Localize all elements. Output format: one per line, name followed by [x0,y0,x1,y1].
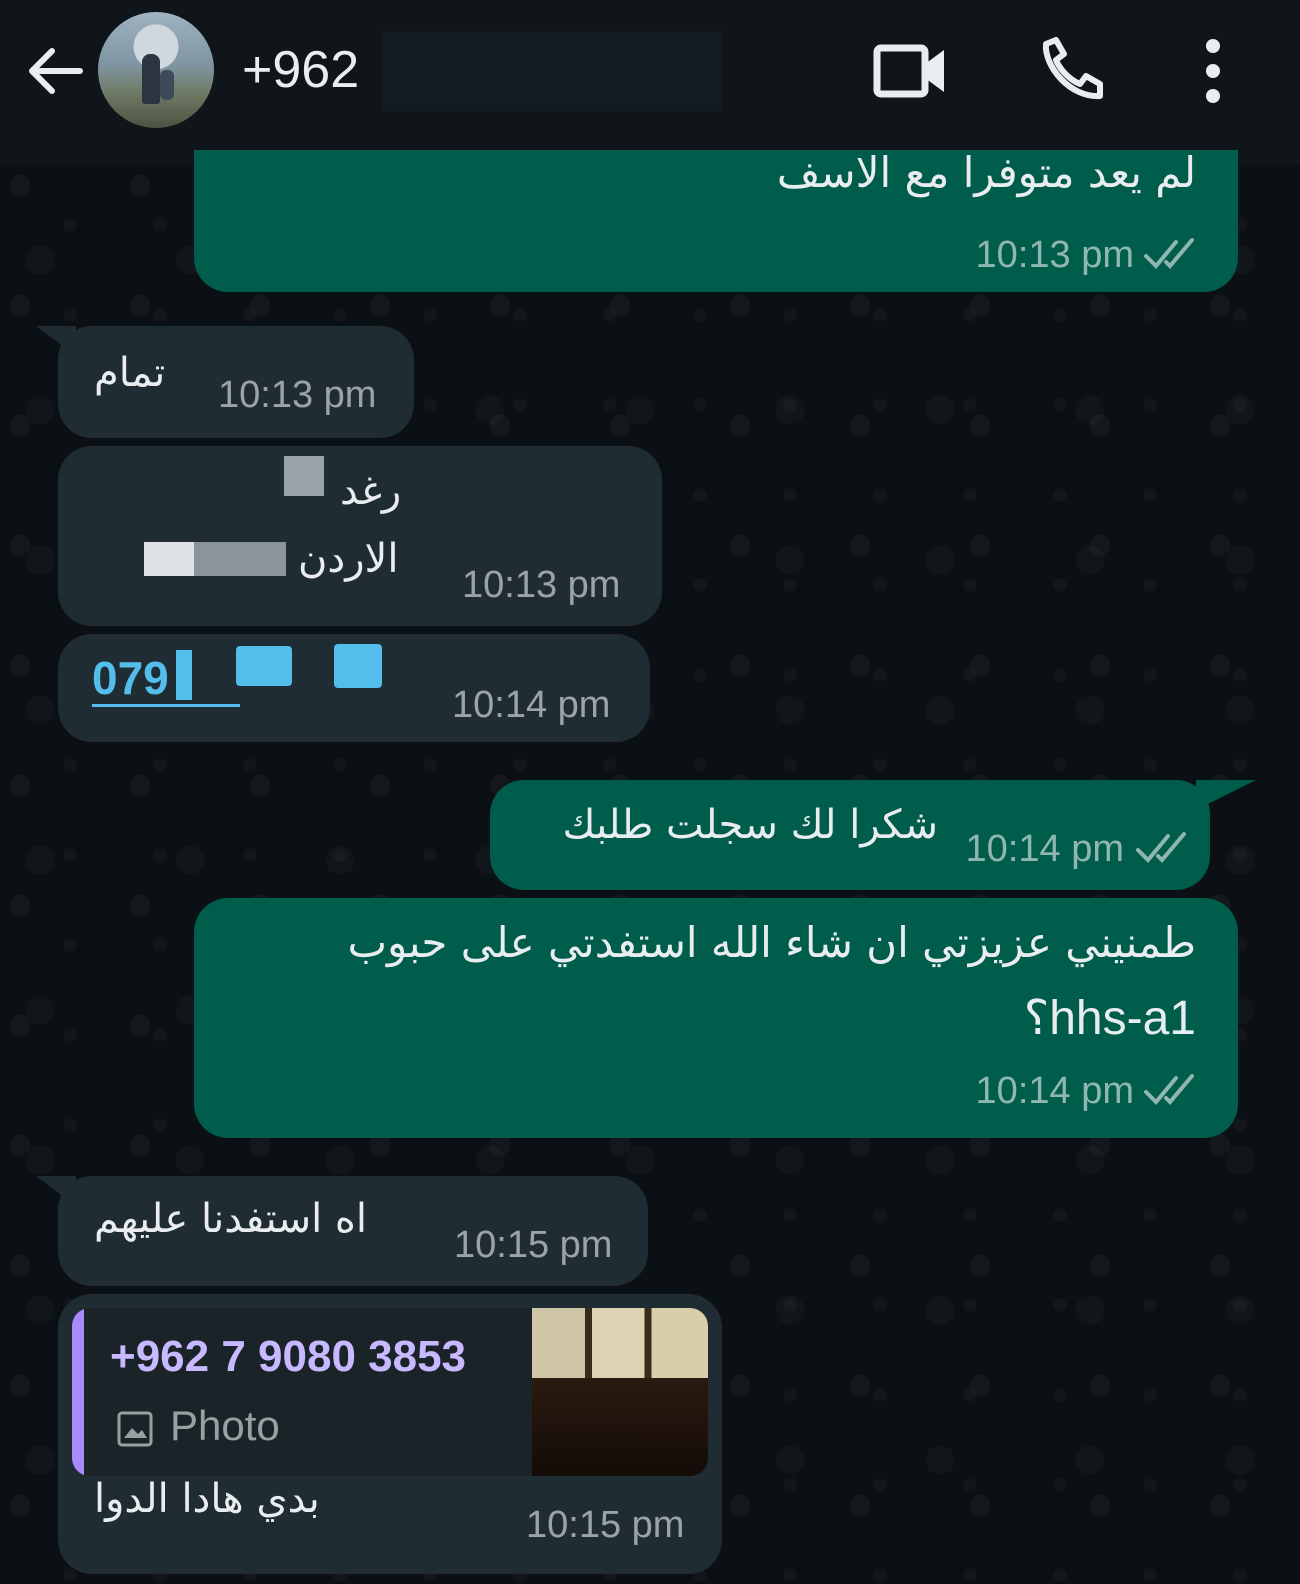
more-vertical-icon [1206,39,1220,103]
bubble-tail [1196,780,1256,810]
video-call-button[interactable] [872,36,950,106]
phone-icon [1042,37,1103,100]
contact-name[interactable]: +962 [242,40,359,100]
arrow-left-icon [29,48,83,94]
message-text-line1: طمنيني عزيزتي ان شاء الله استفدتي على حب… [347,918,1197,967]
message-text: لم يعد متوفرا مع الاسف [776,148,1196,197]
redacted-name [382,31,722,111]
message-bubble-incoming[interactable]: اه استفدنا عليهم 10:15 pm [58,1176,648,1286]
video-camera-icon [873,44,944,98]
message-time: 10:14 pm [452,684,611,726]
redaction [176,650,192,700]
message-bubble-incoming[interactable]: تمام 10:13 pm [58,326,414,438]
back-button[interactable] [22,38,88,104]
bubble-tail [36,1176,76,1206]
double-check-icon [1136,832,1186,863]
quoted-photo-thumbnail [532,1308,708,1476]
message-bubble-incoming[interactable]: رغد الاردن 10:13 pm [58,446,662,626]
message-bubble-incoming[interactable]: 079 10:14 pm [58,634,650,742]
message-text: تمام [94,350,166,396]
message-bubble-outgoing[interactable]: شكرا لك سجلت طلبك 10:14 pm [490,780,1210,890]
message-time: 10:14 pm [975,1070,1134,1112]
double-check-icon [1144,238,1194,269]
message-text: بدي هادا الدوا [94,1476,320,1522]
redaction [144,542,194,576]
message-time: 10:13 pm [462,564,621,606]
message-time: 10:14 pm [965,828,1124,870]
chat-header: +962 [0,0,1300,165]
message-text: اه استفدنا عليهم [94,1196,367,1242]
message-text-line1: رغد [340,468,402,514]
avatar-figure [142,54,160,104]
quote-accent-bar [72,1308,84,1476]
avatar-figure-2 [160,70,174,100]
message-bubble-incoming[interactable]: +962 7 9080 3853 Photo بدي هادا الدوا 10… [58,1294,722,1574]
message-time: 10:13 pm [218,374,377,416]
image-icon [117,1411,153,1447]
redaction [236,646,292,686]
quoted-message[interactable]: +962 7 9080 3853 Photo [72,1308,708,1476]
message-text-line2: الاردن [298,536,399,582]
double-check-icon [1144,1074,1194,1105]
message-bubble-outgoing[interactable]: لم يعد متوفرا مع الاسف 10:13 pm [194,148,1238,292]
phone-number-link[interactable]: 079 [92,652,240,707]
quoted-author: +962 7 9080 3853 [110,1332,467,1381]
message-bubble-outgoing[interactable]: طمنيني عزيزتي ان شاء الله استفدتي على حب… [194,898,1238,1138]
message-time: 10:15 pm [454,1224,613,1266]
voice-call-button[interactable] [1036,36,1108,106]
contact-avatar[interactable] [98,12,214,128]
redaction [334,644,382,688]
message-time: 10:13 pm [975,234,1134,276]
message-time: 10:15 pm [526,1504,685,1546]
quoted-type: Photo [170,1402,280,1449]
more-options-button[interactable] [1196,36,1230,106]
redaction [284,456,324,496]
bubble-tail [36,326,76,356]
message-text-line2: hhs-a1؟ [1023,992,1196,1045]
message-text: شكرا لك سجلت طلبك [562,802,938,848]
